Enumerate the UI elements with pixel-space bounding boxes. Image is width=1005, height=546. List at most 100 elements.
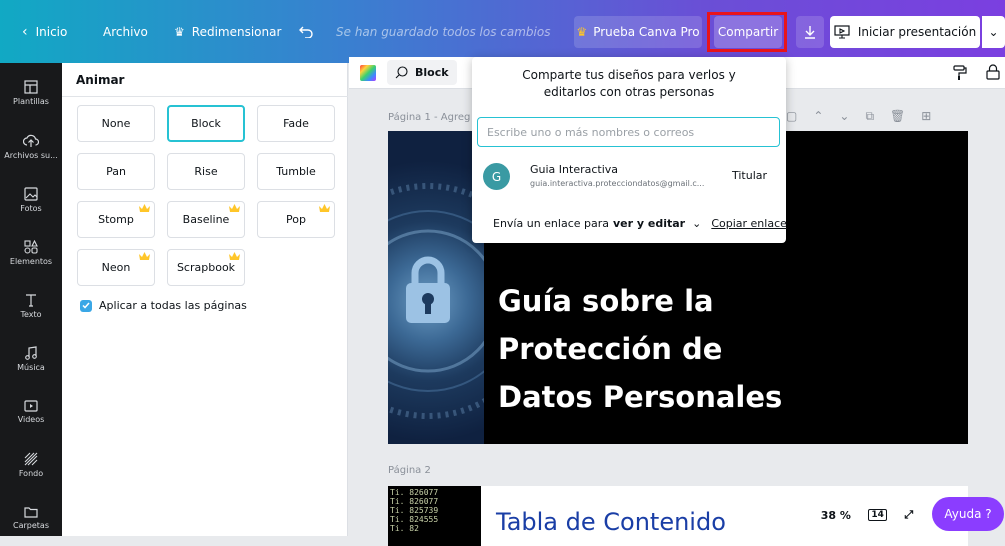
panel-title: Animar — [76, 72, 125, 87]
sidebar-item-uploads[interactable]: Archivos su... — [0, 121, 62, 173]
link-mode-dropdown[interactable]: ver y editar ⌄ — [613, 217, 701, 230]
animate-panel: Animar None Block Fade Pan Rise Tumble S… — [62, 63, 348, 536]
zoom-level[interactable]: 38 % — [821, 509, 851, 522]
zoom-controls: 38 % 14 ⤢ — [812, 498, 922, 532]
crown-icon — [229, 204, 240, 212]
crown-icon — [139, 204, 150, 212]
page-count-button[interactable]: 14 — [868, 509, 887, 521]
animation-icon — [395, 66, 408, 79]
file-menu[interactable]: Archivo — [103, 0, 148, 63]
sidebar-item-templates[interactable]: Plantillas — [0, 67, 62, 119]
help-button[interactable]: Ayuda ? — [932, 497, 1004, 531]
note-icon[interactable]: ▢ — [786, 109, 797, 124]
resize-button[interactable]: ♛ Redimensionar — [174, 0, 281, 63]
chevron-down-icon: ⌄ — [988, 25, 999, 39]
upload-icon — [23, 134, 39, 147]
present-button[interactable]: Iniciar presentación — [830, 16, 980, 48]
anim-label: Neon — [101, 261, 131, 274]
link-prefix: Envía un enlace para — [493, 217, 609, 230]
chevron-up-icon[interactable]: ⌃ — [813, 109, 823, 124]
animate-button[interactable]: Block — [387, 60, 457, 85]
animate-label: Block — [415, 66, 449, 79]
duplicate-icon[interactable]: ⧉ — [865, 109, 874, 124]
photos-icon — [24, 187, 38, 201]
sidebar-item-label: Fotos — [20, 204, 42, 213]
sidebar-item-music[interactable]: Música — [0, 333, 62, 385]
apply-all-checkbox[interactable]: Aplicar a todas las páginas — [80, 299, 247, 312]
highlight-box — [707, 12, 787, 52]
code-line: Ti. 826077 — [390, 488, 439, 497]
code-line: Ti. 825739 — [390, 506, 439, 515]
crown-icon: ♛ — [576, 25, 588, 39]
anim-option-none[interactable]: None — [77, 105, 155, 142]
sidebar-item-background[interactable]: Fondo — [0, 439, 62, 491]
share-input-placeholder: Escribe uno o más nombres o correos — [487, 125, 695, 139]
chevron-down-icon: ⌄ — [692, 217, 702, 230]
undo-icon[interactable] — [299, 0, 313, 63]
anim-option-pop[interactable]: Pop — [257, 201, 335, 238]
try-pro-button[interactable]: ♛ Prueba Canva Pro — [574, 16, 702, 48]
paint-roller-icon[interactable] — [953, 65, 967, 81]
trash-icon[interactable]: 🗑 — [890, 109, 905, 124]
color-picker-icon[interactable] — [360, 65, 376, 81]
sidebar: Plantillas Archivos su... Fotos Elemento… — [0, 63, 62, 536]
save-status: Se han guardado todos los cambios — [336, 24, 551, 39]
download-button[interactable] — [796, 16, 824, 48]
title-line: Protección de — [498, 332, 723, 366]
anim-label: Block — [191, 117, 221, 130]
anim-option-baseline[interactable]: Baseline — [167, 201, 245, 238]
download-icon — [805, 26, 815, 39]
resize-label: Redimensionar — [191, 24, 282, 39]
lock-icon[interactable] — [986, 64, 1000, 80]
code-image: Ti. 826077 Ti. 826077 Ti. 825739 Ti. 824… — [388, 486, 481, 546]
sidebar-item-label: Archivos su... — [4, 151, 58, 160]
sidebar-item-photos[interactable]: Fotos — [0, 174, 62, 226]
videos-icon — [24, 400, 38, 412]
collaborator-email: guia.interactiva.protecciondatos@gmail.c… — [530, 179, 705, 188]
text-icon — [26, 294, 36, 307]
title-line: Datos Personales — [498, 380, 783, 414]
present-options-button[interactable]: ⌄ — [982, 16, 1005, 48]
copy-link-button[interactable]: Copiar enlace — [711, 217, 787, 230]
home-label: Inicio — [35, 24, 68, 39]
anim-label: Rise — [194, 165, 218, 178]
anim-option-stomp[interactable]: Stomp — [77, 201, 155, 238]
sidebar-item-elements[interactable]: Elementos — [0, 227, 62, 279]
crown-icon — [229, 252, 240, 260]
anim-label: Fade — [283, 117, 309, 130]
slide2-title: Tabla de Contenido — [496, 508, 726, 536]
share-heading: Comparte tus diseños para verlos y edita… — [522, 68, 736, 99]
top-bar: ‹ Inicio Archivo ♛ Redimensionar Se han … — [0, 0, 1005, 63]
anim-label: Stomp — [98, 213, 134, 226]
anim-option-neon[interactable]: Neon — [77, 249, 155, 286]
add-page-icon[interactable]: ⊞ — [921, 109, 931, 124]
sidebar-item-label: Música — [17, 363, 45, 372]
chevron-down-icon[interactable]: ⌄ — [839, 109, 849, 124]
share-recipient-input[interactable]: Escribe uno o más nombres o correos — [477, 117, 780, 147]
anim-option-scrapbook[interactable]: Scrapbook — [167, 249, 245, 286]
code-line: Ti. 826077 — [390, 497, 439, 506]
code-line: Ti. 824555 — [390, 515, 439, 524]
lock-image — [388, 131, 546, 444]
divider — [62, 96, 348, 97]
anim-label: Pan — [106, 165, 126, 178]
anim-option-pan[interactable]: Pan — [77, 153, 155, 190]
sidebar-item-text[interactable]: Texto — [0, 280, 62, 332]
anim-option-fade[interactable]: Fade — [257, 105, 335, 142]
anim-option-rise[interactable]: Rise — [167, 153, 245, 190]
anim-option-tumble[interactable]: Tumble — [257, 153, 335, 190]
elements-icon — [24, 240, 38, 254]
sidebar-item-folders[interactable]: Carpetas — [0, 492, 62, 544]
share-dialog: Comparte tus diseños para verlos y edita… — [472, 57, 787, 243]
anim-option-block[interactable]: Block — [167, 105, 245, 142]
fullscreen-icon[interactable]: ⤢ — [904, 508, 913, 522]
sidebar-item-label: Texto — [20, 310, 42, 319]
templates-icon — [24, 80, 38, 94]
crown-icon — [139, 252, 150, 260]
page1-label: Página 1 - Agreg — [388, 112, 471, 123]
crown-icon — [319, 204, 330, 212]
collaborator-role: Titular — [732, 169, 768, 182]
sidebar-item-videos[interactable]: Videos — [0, 386, 62, 438]
try-pro-label: Prueba Canva Pro — [593, 25, 700, 39]
home-button[interactable]: ‹ Inicio — [22, 0, 67, 63]
